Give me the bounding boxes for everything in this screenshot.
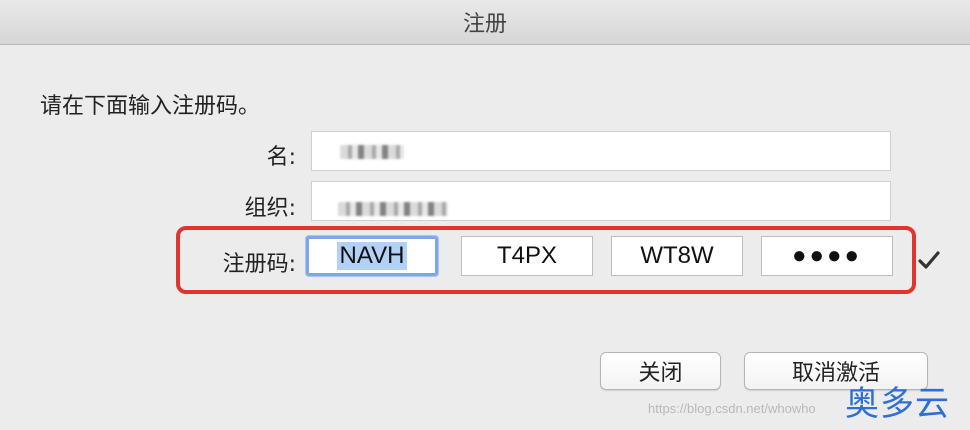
redacted-organization	[338, 202, 448, 216]
window-title: 注册	[462, 12, 507, 37]
organization-label: 组织:	[244, 196, 296, 221]
organization-field[interactable]	[311, 181, 891, 221]
watermark-url: https://blog.csdn.net/whowho	[648, 401, 816, 416]
title-bar: 注册	[0, 0, 970, 45]
watermark-brand: 奥多云	[845, 384, 950, 424]
name-field[interactable]	[311, 131, 891, 171]
code-segment-2-text: T4PX	[496, 242, 558, 269]
registration-dialog: 注册 请在下面输入注册码。 名: 组织: 注册码: NAVH T4PX WT8W…	[0, 0, 970, 430]
close-button[interactable]: 关闭	[600, 352, 721, 390]
instruction-text: 请在下面输入注册码。	[40, 94, 261, 119]
code-segment-1-text: NAVH	[336, 242, 408, 270]
code-segment-3[interactable]: WT8W	[611, 236, 743, 276]
checkmark-icon	[918, 251, 940, 269]
code-segment-3-text: WT8W	[640, 242, 714, 269]
code-segment-4-text: ●●●●	[792, 242, 862, 269]
code-segment-2[interactable]: T4PX	[461, 236, 593, 276]
redacted-name	[340, 145, 404, 159]
name-label: 名:	[266, 145, 296, 170]
code-segment-4[interactable]: ●●●●	[761, 236, 893, 276]
registration-code-label: 注册码:	[222, 252, 296, 277]
code-segment-1[interactable]: NAVH	[306, 236, 438, 276]
